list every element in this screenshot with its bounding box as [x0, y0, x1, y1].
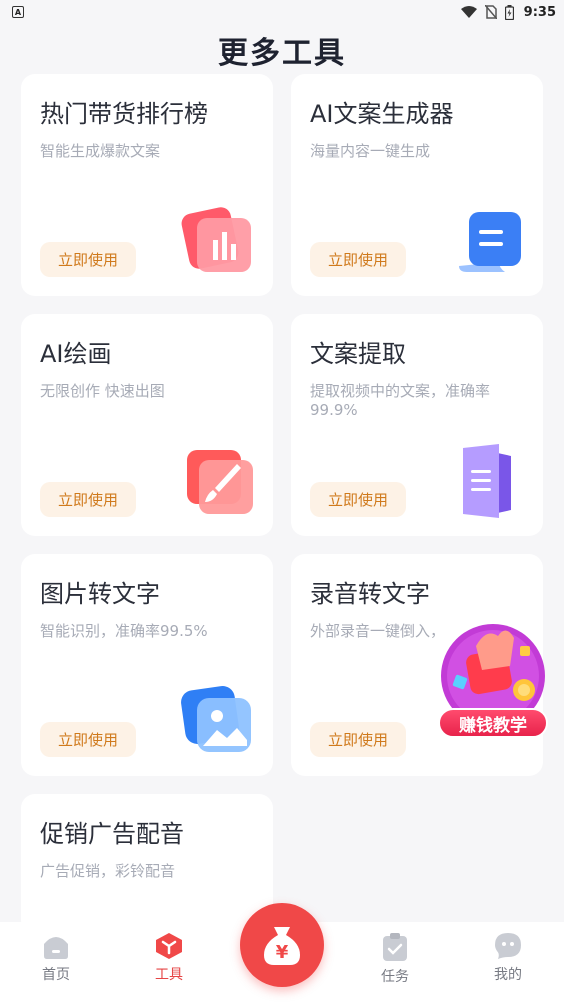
text-extract-icon	[463, 444, 511, 518]
earn-money-tutorial-badge[interactable]: 赚钱教学	[436, 618, 550, 744]
home-icon	[44, 937, 68, 959]
use-now-button[interactable]: 立即使用	[40, 242, 136, 277]
nav-mine[interactable]: 我的	[468, 932, 548, 984]
tool-card-ai-copywriter[interactable]: AI文案生成器 海量内容一键生成 立即使用	[291, 74, 543, 296]
card-title: 录音转文字	[310, 580, 430, 608]
status-time: 9:35	[523, 4, 556, 20]
nav-tasks-label: 任务	[381, 969, 409, 985]
tools-cube-icon	[156, 933, 182, 959]
card-title: 文案提取	[310, 340, 406, 368]
center-money-button[interactable]: ¥	[240, 903, 324, 987]
nav-tools[interactable]: 工具	[129, 932, 209, 984]
no-sim-icon	[484, 5, 497, 19]
battery-icon	[504, 4, 514, 20]
clipboard-check-icon	[383, 933, 407, 961]
status-right: 9:35	[460, 4, 556, 20]
card-title: 热门带货排行榜	[40, 100, 208, 128]
card-desc: 智能生成爆款文案	[40, 142, 161, 160]
card-desc: 广告促销，彩铃配音	[40, 862, 176, 880]
card-title: 图片转文字	[40, 580, 160, 608]
status-left: A	[12, 6, 24, 18]
use-now-button[interactable]: 立即使用	[310, 722, 406, 757]
profile-face-icon	[495, 933, 521, 959]
card-desc: 提取视频中的文案，准确率99.9%	[310, 382, 491, 419]
tool-card-ai-drawing[interactable]: AI绘画 无限创作 快速出图 立即使用	[21, 314, 273, 536]
nav-home-label: 首页	[42, 967, 70, 983]
use-now-button[interactable]: 立即使用	[310, 242, 406, 277]
document-icon	[459, 212, 521, 272]
card-desc: 智能识别，准确率99.5%	[40, 622, 208, 640]
card-title: 促销广告配音	[40, 820, 184, 848]
use-now-button[interactable]: 立即使用	[40, 722, 136, 757]
use-now-button[interactable]: 立即使用	[40, 482, 136, 517]
nav-tasks[interactable]: 任务	[355, 932, 435, 986]
tool-card-promo-voiceover[interactable]: 促销广告配音 广告促销，彩铃配音	[21, 794, 273, 934]
brush-icon	[187, 450, 253, 514]
card-desc: 无限创作 快速出图	[40, 382, 165, 400]
tool-card-hot-ranking[interactable]: 热门带货排行榜 智能生成爆款文案 立即使用	[21, 74, 273, 296]
tool-card-image-to-text[interactable]: 图片转文字 智能识别，准确率99.5% 立即使用	[21, 554, 273, 776]
card-title: AI文案生成器	[310, 100, 454, 128]
wifi-icon	[460, 6, 477, 18]
status-bar: A 9:35	[0, 0, 564, 24]
nav-home[interactable]: 首页	[16, 932, 96, 984]
money-bag-icon: ¥	[264, 927, 300, 965]
earn-money-label: 赚钱教学	[438, 708, 548, 738]
card-desc: 海量内容一键生成	[310, 142, 431, 160]
nav-mine-label: 我的	[494, 967, 522, 983]
card-title: AI绘画	[40, 340, 112, 368]
notification-a-icon: A	[12, 6, 24, 18]
use-now-button[interactable]: 立即使用	[310, 482, 406, 517]
yen-symbol: ¥	[276, 942, 289, 963]
chart-icon	[181, 207, 251, 272]
tool-card-text-extract[interactable]: 文案提取 提取视频中的文案，准确率99.9% 立即使用	[291, 314, 543, 536]
image-icon	[181, 686, 251, 752]
nav-tools-label: 工具	[155, 967, 183, 983]
page-title: 更多工具	[218, 36, 346, 71]
